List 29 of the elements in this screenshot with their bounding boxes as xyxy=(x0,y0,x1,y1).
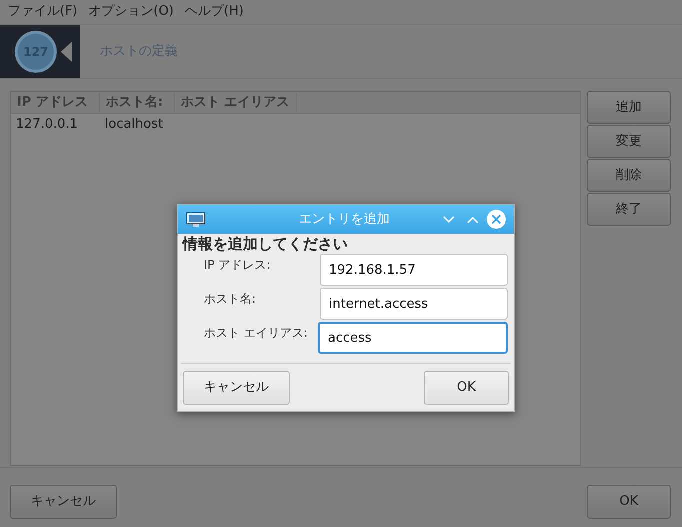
push-button[interactable]: 追加 xyxy=(587,91,671,124)
column-header[interactable]: ホスト エイリアス xyxy=(175,92,297,112)
menu-item[interactable]: オプション(O) xyxy=(88,2,174,22)
menu-item[interactable]: ファイル(F) xyxy=(8,2,78,22)
monitor-icon xyxy=(186,212,206,228)
close-icon[interactable] xyxy=(487,210,506,229)
push-button[interactable]: 削除 xyxy=(587,159,671,192)
table-cell-text: localhost xyxy=(104,116,164,134)
input-field[interactable]: 192.168.1.57 xyxy=(320,254,508,286)
maximize-icon[interactable] xyxy=(467,216,479,224)
column-header[interactable]: IP アドレス xyxy=(11,92,100,112)
dialog-button[interactable]: OK xyxy=(424,371,509,405)
column-header[interactable]: ホスト名: xyxy=(100,92,175,112)
push-button[interactable]: OK xyxy=(587,485,671,519)
field-label: IP アドレス: xyxy=(204,257,272,273)
push-button[interactable]: 終了 xyxy=(587,193,671,226)
dialog-heading: 情報を追加してください xyxy=(181,234,349,254)
push-button[interactable]: 変更 xyxy=(587,125,671,158)
pointer-icon xyxy=(61,42,72,62)
dialog-button[interactable]: キャンセル xyxy=(183,371,290,405)
input-field[interactable]: access xyxy=(318,322,508,354)
field-label: ホスト エイリアス: xyxy=(204,325,309,341)
field-label: ホスト名: xyxy=(204,291,258,307)
menu-item[interactable]: ヘルプ(H) xyxy=(185,2,244,22)
table-cell-text: 127.0.0.1 xyxy=(15,116,80,134)
push-button[interactable]: キャンセル xyxy=(10,485,117,519)
dialog-title: エントリを追加 xyxy=(298,210,391,229)
input-field[interactable]: internet.access xyxy=(320,288,508,320)
minimize-icon[interactable] xyxy=(443,216,455,224)
